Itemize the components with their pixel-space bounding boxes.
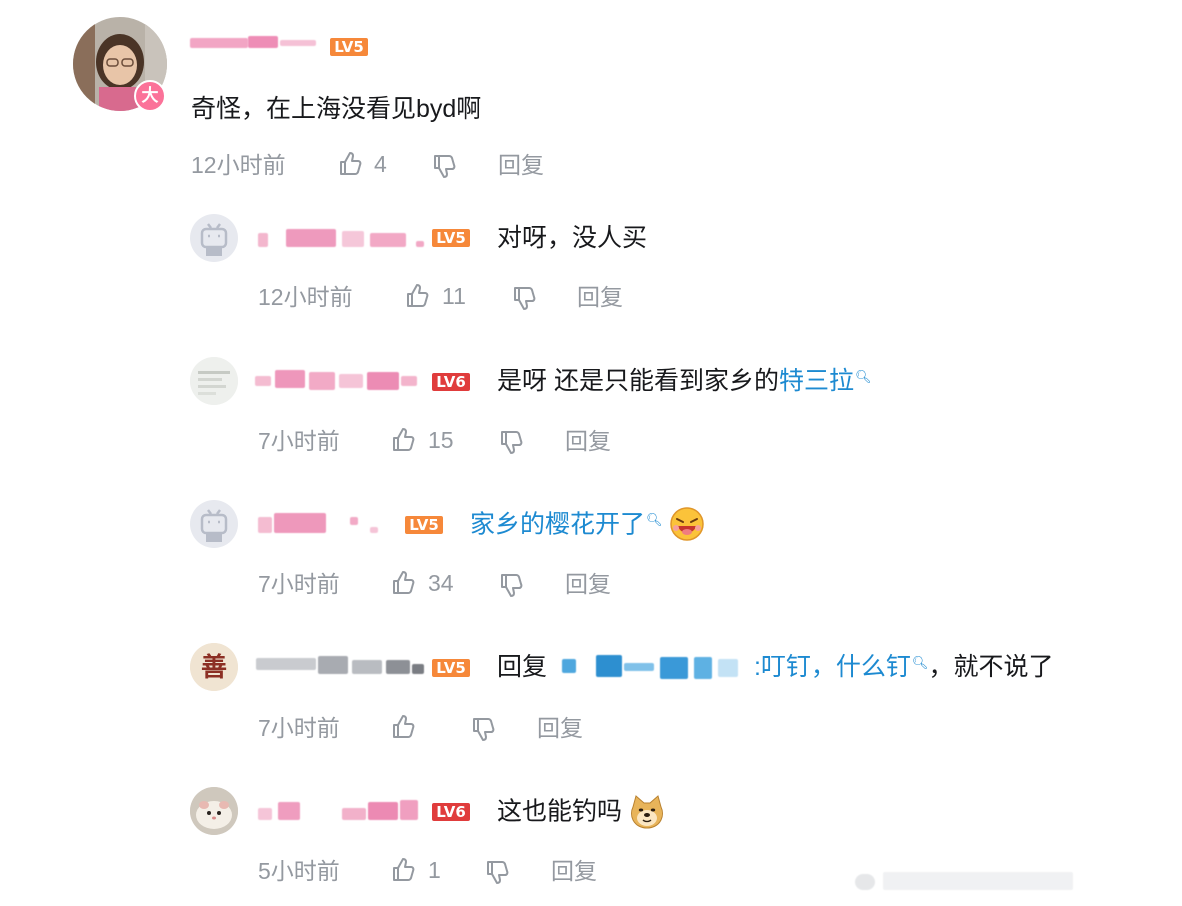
reply-button[interactable]: 回复 xyxy=(565,427,611,455)
timestamp: 7小时前 xyxy=(258,715,340,741)
laughing-emoji-icon xyxy=(669,506,705,542)
search-link[interactable]: 特三拉 xyxy=(779,367,854,395)
reply-button[interactable]: 回复 xyxy=(551,857,597,885)
avatar[interactable] xyxy=(190,787,238,835)
avatar[interactable] xyxy=(190,500,238,548)
comment-text: 回复 :叮钉，什么钉🔍︎，就不说了 xyxy=(497,651,1053,683)
level-badge: LV5 xyxy=(432,659,470,677)
thumbs-down-icon[interactable] xyxy=(430,152,458,180)
like-count: 11 xyxy=(442,283,466,309)
search-icon[interactable]: 🔍︎ xyxy=(855,369,872,384)
like-count: 4 xyxy=(374,151,387,177)
comment-text-plain: 这也能钓吗 xyxy=(497,797,623,826)
thumbs-down-icon[interactable] xyxy=(483,858,511,886)
timestamp: 7小时前 xyxy=(258,571,340,597)
like-count: 34 xyxy=(428,570,454,596)
timestamp: 12小时前 xyxy=(258,284,353,310)
watermark xyxy=(855,868,1085,894)
like-count: 15 xyxy=(428,427,454,453)
thumbs-down-icon[interactable] xyxy=(469,715,497,743)
thumbs-up-icon[interactable] xyxy=(336,150,364,178)
search-icon[interactable]: 🔍︎ xyxy=(912,655,929,670)
thumbs-up-icon[interactable] xyxy=(389,713,417,741)
comment-text: 对呀，没人买 xyxy=(497,224,648,252)
level-badge: LV5 xyxy=(330,38,368,56)
search-link[interactable]: 家乡的樱花开了 xyxy=(470,511,645,539)
reply-prefix: 回复 xyxy=(497,653,548,681)
timestamp: 5小时前 xyxy=(258,858,340,884)
thumbs-up-icon[interactable] xyxy=(403,282,431,310)
comment-text: 这也能钓吗 xyxy=(497,795,665,831)
comment-text: 是呀 还是只能看到家乡的特三拉🔍︎ xyxy=(497,365,871,397)
username-redacted[interactable] xyxy=(258,513,398,533)
thumbs-down-icon[interactable] xyxy=(497,428,525,456)
reply-button[interactable]: 回复 xyxy=(537,714,583,742)
comment-text: 奇怪，在上海没看见byd啊 xyxy=(191,95,482,123)
comment-text: 家乡的樱花开了🔍︎ xyxy=(470,506,705,544)
doge-emoji-icon xyxy=(629,793,665,829)
mentioned-username-redacted[interactable] xyxy=(554,655,754,681)
username-redacted[interactable] xyxy=(255,370,425,390)
level-badge: LV5 xyxy=(405,516,443,534)
username-redacted[interactable] xyxy=(190,34,320,54)
username-redacted[interactable] xyxy=(258,800,428,820)
timestamp: 7小时前 xyxy=(258,428,340,454)
reply-button[interactable]: 回复 xyxy=(577,283,623,311)
search-link[interactable]: :叮钉，什么钉 xyxy=(754,653,911,681)
thumbs-down-icon[interactable] xyxy=(497,571,525,599)
search-icon[interactable]: 🔍︎ xyxy=(646,512,663,527)
avatar[interactable]: 善 xyxy=(190,643,238,691)
username-redacted[interactable] xyxy=(256,654,431,674)
level-badge: LV6 xyxy=(432,373,470,391)
reply-button[interactable]: 回复 xyxy=(498,151,544,179)
comment-text-tail: ，就不说了 xyxy=(928,653,1054,681)
timestamp: 12小时前 xyxy=(191,152,286,178)
thumbs-up-icon[interactable] xyxy=(389,569,417,597)
reply-button[interactable]: 回复 xyxy=(565,570,611,598)
level-badge: LV5 xyxy=(432,229,470,247)
svg-text:善: 善 xyxy=(201,652,227,683)
comment-text-plain: 是呀 还是只能看到家乡的 xyxy=(497,367,779,395)
thumbs-down-icon[interactable] xyxy=(510,284,538,312)
username-redacted[interactable] xyxy=(258,229,428,249)
avatar[interactable] xyxy=(190,214,238,262)
thumbs-up-icon[interactable] xyxy=(389,426,417,454)
thumbs-up-icon[interactable] xyxy=(389,856,417,884)
vip-badge: 大 xyxy=(134,80,166,112)
like-count: 1 xyxy=(428,857,441,883)
level-badge: LV6 xyxy=(432,803,470,821)
avatar[interactable] xyxy=(190,357,238,405)
